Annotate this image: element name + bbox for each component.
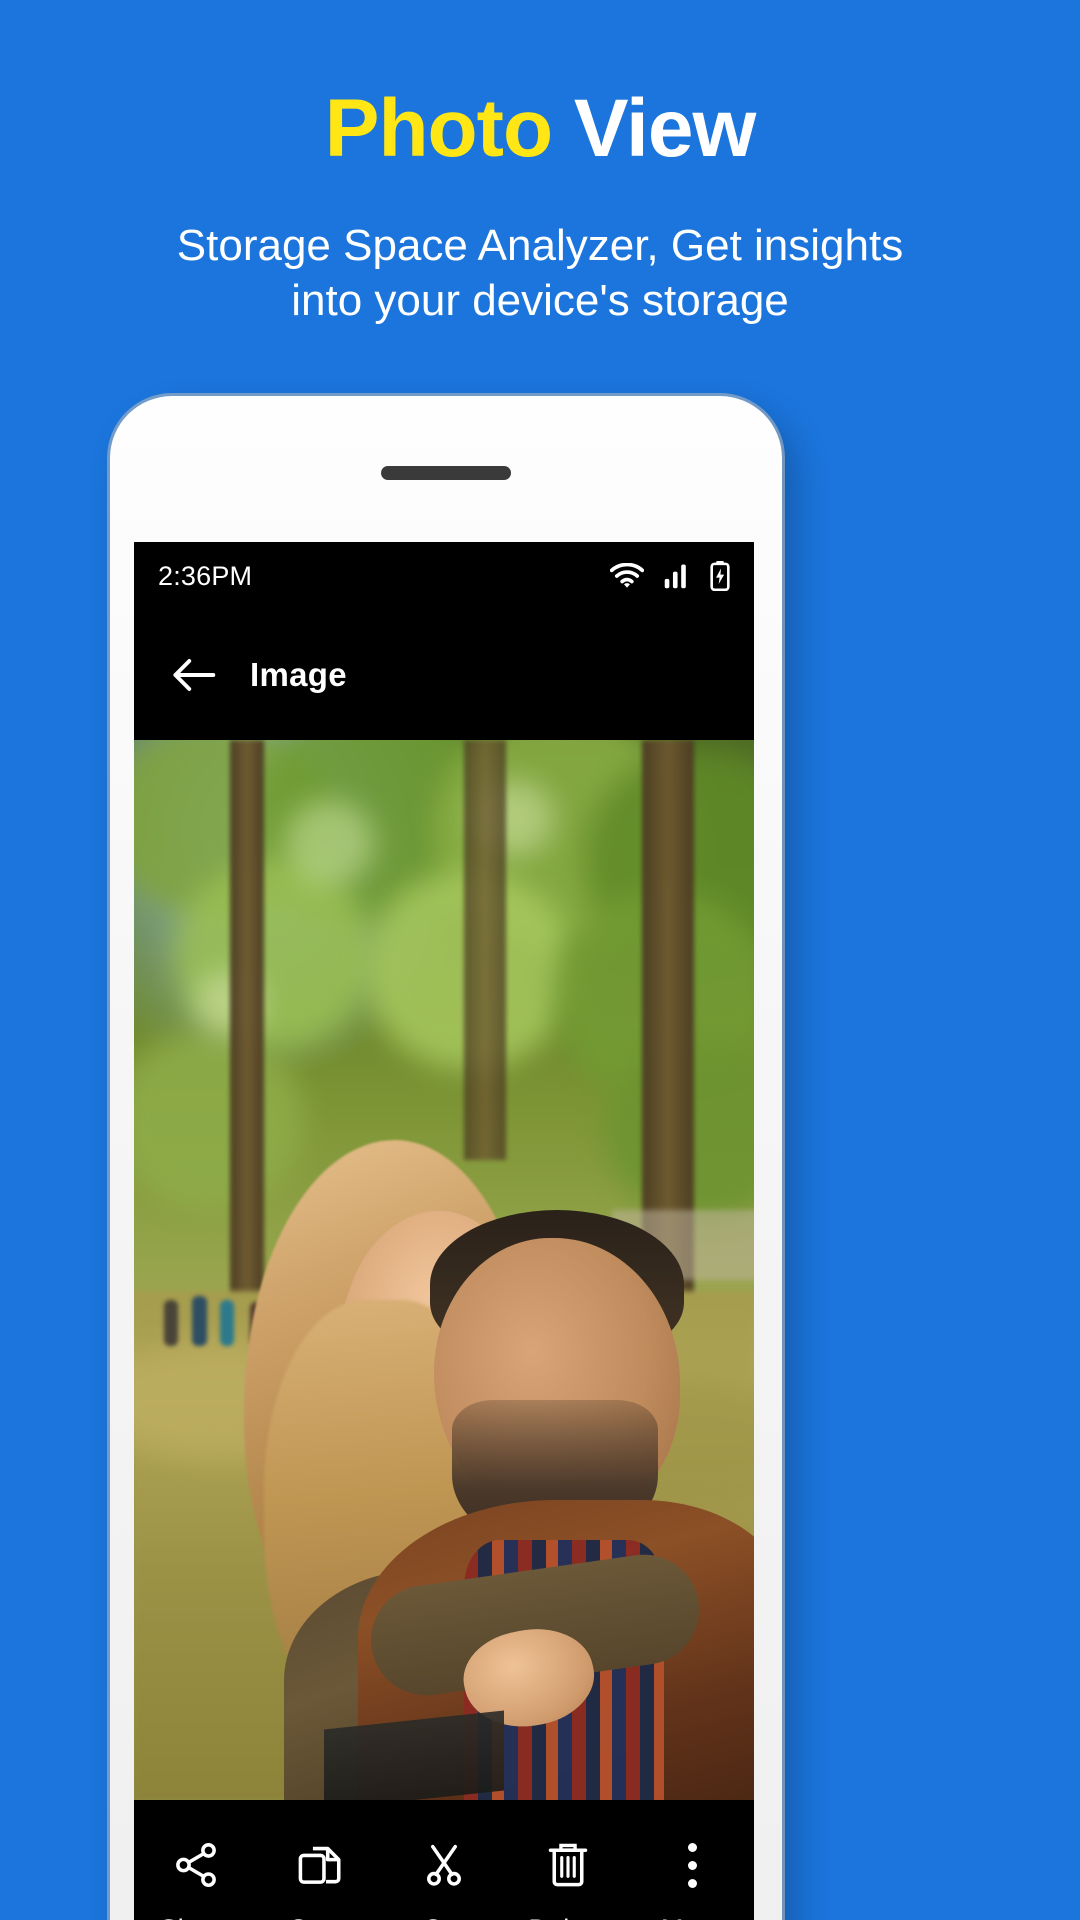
phone-earpiece-speaker	[381, 466, 511, 480]
delete-label: Delete	[528, 1914, 607, 1920]
cut-label: Cut	[423, 1914, 466, 1920]
share-button[interactable]: Share	[134, 1838, 258, 1920]
app-bar: Image	[134, 610, 754, 740]
share-label: Share	[159, 1914, 232, 1920]
share-icon	[171, 1838, 221, 1892]
page-subtitle: Storage Space Analyzer, Get insights int…	[110, 218, 970, 328]
page-title-highlight: Photo	[324, 83, 553, 174]
status-bar: 2:36PM	[134, 542, 754, 610]
page-subtitle-line-1: Storage Space Analyzer, Get insights	[176, 221, 904, 270]
cut-button[interactable]: Cut	[382, 1838, 506, 1920]
action-toolbar: Share Copy	[134, 1800, 754, 1920]
phone-mockup: 2:36PM Image	[110, 396, 782, 1920]
photo-viewer[interactable]	[134, 740, 754, 1800]
wifi-icon	[610, 563, 644, 589]
status-bar-icons	[610, 561, 730, 591]
copy-label: Copy	[288, 1914, 352, 1920]
status-bar-clock: 2:36PM	[158, 560, 253, 591]
more-button[interactable]: More	[630, 1838, 754, 1920]
cellular-signal-icon	[664, 563, 690, 589]
more-vertical-icon	[687, 1838, 697, 1892]
app-bar-title: Image	[250, 656, 347, 693]
page-subtitle-line-2: into your device's storage	[291, 276, 789, 325]
battery-charging-icon	[710, 561, 730, 591]
photo-subjects	[134, 740, 754, 1800]
page-title-rest: View	[573, 83, 756, 174]
phone-screen: 2:36PM Image	[134, 542, 754, 1920]
copy-button[interactable]: Copy	[258, 1838, 382, 1920]
arrow-left-icon[interactable]	[166, 647, 222, 703]
delete-icon	[543, 1838, 593, 1892]
cut-icon	[419, 1838, 469, 1892]
delete-button[interactable]: Delete	[506, 1838, 630, 1920]
page-title: Photo View	[0, 88, 1080, 170]
copy-icon	[295, 1838, 345, 1892]
more-label: More	[661, 1914, 723, 1920]
